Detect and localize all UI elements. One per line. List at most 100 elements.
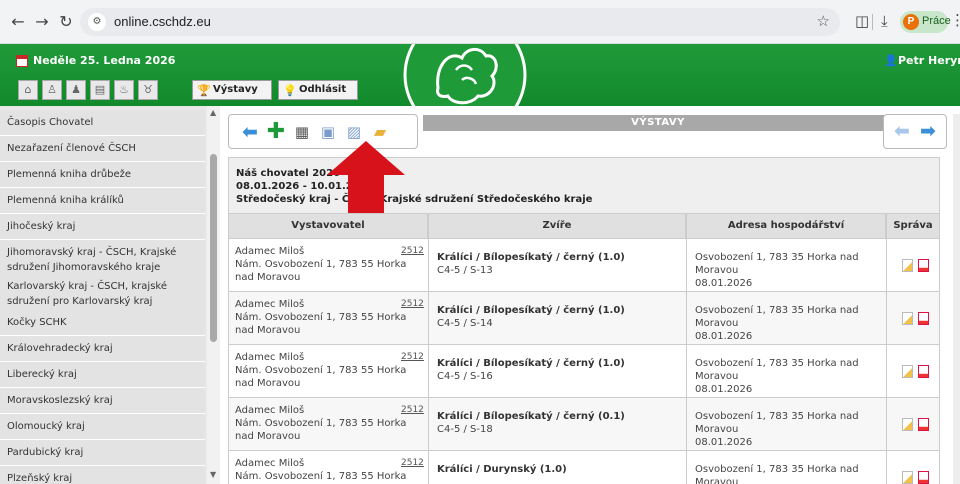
- col-zvire[interactable]: Zvíře: [428, 213, 686, 239]
- edit-icon[interactable]: [902, 471, 913, 484]
- forward-icon[interactable]: →: [32, 12, 52, 32]
- delete-icon[interactable]: [918, 312, 929, 325]
- profile-button[interactable]: P Práce: [900, 11, 951, 33]
- import-icon[interactable]: ▣: [317, 121, 339, 143]
- animal-name: Králíci / Bílopesíkatý / černý (1.0): [437, 305, 625, 316]
- address-bar[interactable]: ⚙ online.cschdz.eu ☆: [80, 8, 840, 36]
- download-icon[interactable]: ⤓: [881, 12, 888, 30]
- farm-cell: Osvobození 1, 783 35 Horka nad Moravou 08…: [686, 398, 886, 450]
- sidebar-item-casopis[interactable]: Časopis Chovatel: [0, 110, 205, 136]
- profile-label: Práce: [922, 15, 951, 27]
- users-icon[interactable]: ♟: [66, 80, 86, 100]
- sidebar-item-liberecky[interactable]: Liberecký kraj: [0, 362, 205, 388]
- sidebar-item-pk-kraliku[interactable]: Plemenná kniha králíků: [0, 188, 205, 214]
- scroll-down-icon[interactable]: ▼: [210, 470, 216, 479]
- book-icon[interactable]: ▤: [90, 80, 110, 100]
- export-icon[interactable]: ▨: [343, 121, 365, 143]
- exhibitor-name: Adamec Miloš: [235, 405, 305, 416]
- sidebar-scrollbar[interactable]: ▲ ▼: [207, 106, 220, 484]
- back-icon[interactable]: ←: [8, 12, 28, 32]
- bookmark-star-icon[interactable]: ☆: [817, 12, 830, 30]
- add-icon[interactable]: ✚: [265, 121, 287, 143]
- tab-odhlasit[interactable]: 💡 Odhlásit: [278, 80, 358, 100]
- user-icon: 👤: [884, 54, 898, 67]
- table-row[interactable]: Adamec Miloš Nám. Osvobození 1, 783 55 Ho…: [228, 451, 940, 484]
- current-date: Neděle 25. Ledna 2026: [33, 54, 176, 67]
- url-text[interactable]: online.cschdz.eu: [114, 14, 211, 29]
- edit-icon[interactable]: [902, 418, 913, 431]
- exhibitor-address: Nám. Osvobození 1, 783 55 Horka nad Mora…: [235, 312, 407, 336]
- site-info-icon[interactable]: ⚙: [88, 13, 106, 31]
- table-row[interactable]: Adamec Miloš Nám. Osvobození 1, 783 55 Ho…: [228, 345, 940, 398]
- sidebar: Časopis Chovatel Nezařazení členové ČSCH…: [0, 106, 220, 484]
- home-icon[interactable]: ⌂: [18, 80, 38, 100]
- tab-vystavy-label: Výstavy: [213, 84, 258, 95]
- edit-icon[interactable]: [902, 259, 913, 272]
- farm-date: 08.01.2026: [695, 437, 753, 448]
- back-arrow-icon[interactable]: ⬅: [239, 121, 261, 143]
- sidebar-item-moravskoslezsky[interactable]: Moravskoslezský kraj: [0, 388, 205, 414]
- prev-page-icon[interactable]: ⬅: [894, 120, 910, 142]
- animal-cell: Králíci / Bílopesíkatý / černý (0.1) C4-5…: [428, 398, 686, 450]
- table-row[interactable]: Adamec Miloš Nám. Osvobození 1, 783 55 Ho…: [228, 292, 940, 345]
- exhibitor-name: Adamec Miloš: [235, 246, 305, 257]
- delete-icon[interactable]: [918, 259, 929, 272]
- animals-icon[interactable]: ♉: [138, 80, 158, 100]
- section-title: VÝSTAVY: [423, 115, 893, 131]
- exhibitor-cell: Adamec Miloš Nám. Osvobození 1, 783 55 Ho…: [228, 398, 428, 450]
- delete-icon[interactable]: [918, 365, 929, 378]
- user-name[interactable]: Petr Herynek: [898, 54, 960, 67]
- animal-cell: Králíci / Bílopesíkatý / černý (1.0) C4-5…: [428, 239, 686, 291]
- exhibitor-name: Adamec Miloš: [235, 299, 305, 310]
- sidebar-item-kocky[interactable]: Kočky SCHK: [0, 310, 205, 336]
- farm-cell: Osvobození 1, 783 35 Horka nad Moravou 08…: [686, 239, 886, 291]
- sidebar-item-pk-drubeze[interactable]: Plemenná kniha drůbeže: [0, 162, 205, 188]
- breeding-icon[interactable]: ♨: [114, 80, 134, 100]
- scroll-up-icon[interactable]: ▲: [210, 108, 216, 117]
- table-row[interactable]: Adamec Miloš Nám. Osvobození 1, 783 55 Ho…: [228, 239, 940, 292]
- browser-menu-icon[interactable]: ⋮: [950, 11, 960, 29]
- actions-cell: [886, 451, 940, 484]
- exhibitor-cell: Adamec Miloš Nám. Osvobození 1, 783 55 Ho…: [228, 292, 428, 344]
- animal-name: Králíci / Bílopesíkatý / černý (1.0): [437, 252, 625, 263]
- next-page-icon[interactable]: ➡: [920, 120, 936, 142]
- trophy-icon: 🏆: [197, 84, 211, 97]
- sidebar-item-jihocesky[interactable]: Jihočeský kraj: [0, 214, 205, 240]
- delete-icon[interactable]: [918, 471, 929, 484]
- edit-icon[interactable]: [902, 312, 913, 325]
- members-icon[interactable]: ♙: [42, 80, 62, 100]
- extensions-icon[interactable]: ◫: [855, 12, 869, 30]
- farm-address: Osvobození 1, 783 35 Horka nad Moravou: [695, 305, 859, 329]
- folder-icon[interactable]: ▰: [369, 121, 391, 143]
- animal-cell: Králíci / Durynský (1.0): [428, 451, 686, 484]
- animal-name: Králíci / Bílopesíkatý / černý (1.0): [437, 358, 625, 369]
- sidebar-item-pardubicky[interactable]: Pardubický kraj: [0, 440, 205, 466]
- sidebar-item-kralovehradecky[interactable]: Královehradecký kraj: [0, 336, 205, 362]
- col-adresa[interactable]: Adresa hospodářství: [686, 213, 886, 239]
- edit-icon[interactable]: [902, 365, 913, 378]
- sidebar-item-olomoucky[interactable]: Olomoucký kraj: [0, 414, 205, 440]
- exhibitor-number[interactable]: 2512: [401, 457, 424, 470]
- exhibitor-number[interactable]: 2512: [401, 245, 424, 258]
- exhibitor-cell: Adamec Miloš Nám. Osvobození 1, 783 55 Ho…: [228, 345, 428, 397]
- browser-chrome: ← → ↻ ⚙ online.cschdz.eu ☆ ◫ ⤓ P Práce ⋮: [0, 0, 960, 44]
- farm-cell: Osvobození 1, 783 35 Horka nad Moravou: [686, 451, 886, 484]
- print-icon[interactable]: ▦: [291, 121, 313, 143]
- sidebar-item-plzensky[interactable]: Plzeňský kraj: [0, 466, 205, 484]
- toolbar-divider: [872, 14, 873, 30]
- farm-cell: Osvobození 1, 783 35 Horka nad Moravou 08…: [686, 292, 886, 344]
- reload-icon[interactable]: ↻: [56, 12, 76, 32]
- exhibitor-number[interactable]: 2512: [401, 404, 424, 417]
- sidebar-item-nezarazeni[interactable]: Nezařazení členové ČSCH: [0, 136, 205, 162]
- logout-icon: 💡: [283, 84, 297, 97]
- scrollbar-thumb[interactable]: [210, 154, 217, 342]
- delete-icon[interactable]: [918, 418, 929, 431]
- table-row[interactable]: Adamec Miloš Nám. Osvobození 1, 783 55 Ho…: [228, 398, 940, 451]
- exhibitor-number[interactable]: 2512: [401, 351, 424, 364]
- tab-vystavy[interactable]: 🏆 Výstavy: [192, 80, 272, 100]
- sidebar-item-karlovarsky[interactable]: Karlovarský kraj - ČSCH, krajské sdružen…: [0, 274, 205, 315]
- col-vystavovatel[interactable]: Vystavovatel: [228, 213, 428, 239]
- exhibitor-number[interactable]: 2512: [401, 298, 424, 311]
- animal-cell: Králíci / Bílopesíkatý / černý (1.0) C4-5…: [428, 345, 686, 397]
- farm-address: Osvobození 1, 783 35 Horka nad Moravou: [695, 411, 859, 435]
